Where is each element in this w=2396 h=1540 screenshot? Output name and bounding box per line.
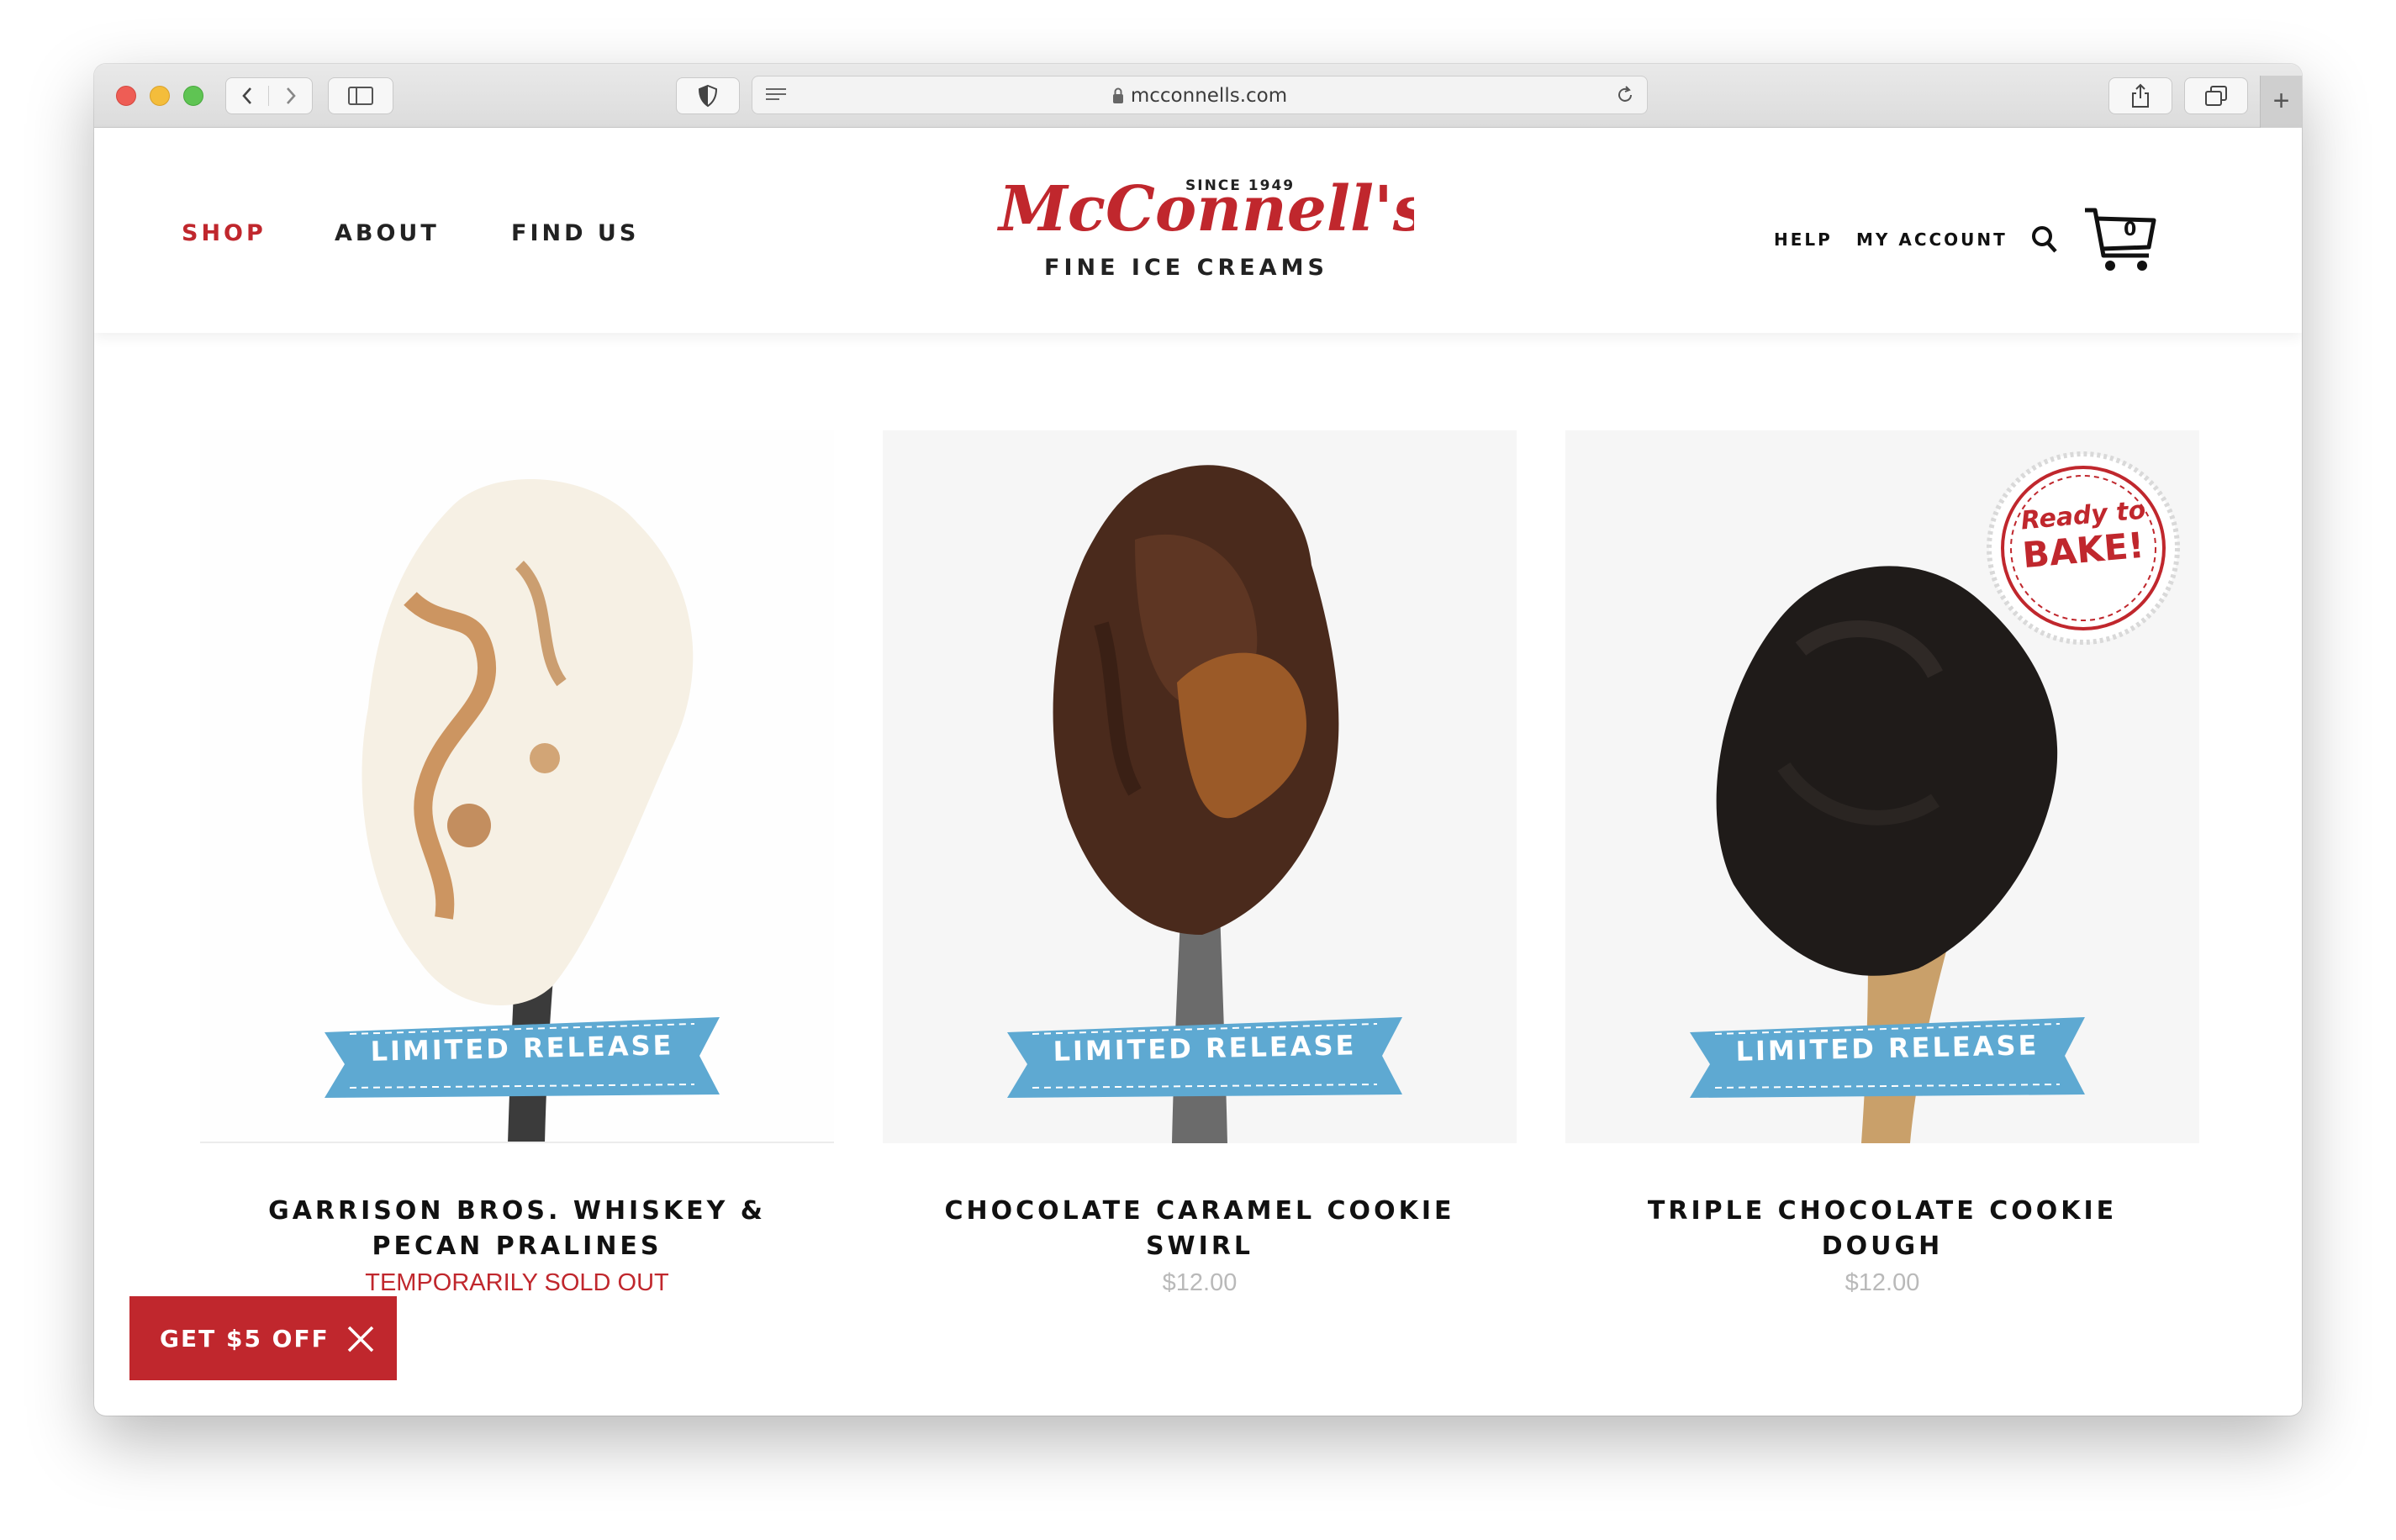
sidebar-toggle-button[interactable]	[328, 77, 393, 114]
my-account-link[interactable]: MY ACCOUNT	[1856, 229, 2008, 250]
product-image[interactable]: LIMITED RELEASE	[200, 430, 834, 1143]
product-image[interactable]: Ready to BAKE! LIMITED RELEASE	[1565, 430, 2199, 1143]
chevron-left-icon	[242, 87, 251, 104]
forward-button[interactable]	[269, 86, 312, 106]
close-window-button[interactable]	[116, 86, 136, 106]
search-icon[interactable]	[2031, 225, 2058, 254]
nav-shop[interactable]: SHOP	[182, 220, 267, 246]
product-title[interactable]: CHOCOLATE CARAMEL COOKIE SWIRL	[883, 1194, 1517, 1264]
mcconnells-logo[interactable]: McConnell's SINCE 1949 FINE ICE CREAMS	[994, 161, 1414, 296]
product-price: $12.00	[1844, 1269, 1920, 1296]
product-price: $12.00	[1162, 1269, 1238, 1296]
nav-about[interactable]: ABOUT	[335, 220, 440, 246]
address-bar[interactable]: mcconnells.com	[752, 76, 1648, 114]
close-icon[interactable]	[346, 1325, 375, 1353]
product-title[interactable]: GARRISON BROS. WHISKEY & PECAN PRALINES	[200, 1194, 834, 1264]
minimize-window-button[interactable]	[150, 86, 170, 106]
logo-since: SINCE 1949	[1185, 177, 1295, 194]
back-forward-group	[225, 77, 313, 114]
privacy-report-button[interactable]	[676, 77, 740, 114]
browser-window: mcconnells.com + SHOP ABOUT FIND US McCo…	[94, 64, 2302, 1416]
get-discount-button[interactable]: GET $5 OFF	[129, 1296, 397, 1380]
product-title[interactable]: TRIPLE CHOCOLATE COOKIE DOUGH	[1565, 1194, 2199, 1264]
url-display: mcconnells.com	[752, 85, 1647, 107]
browser-toolbar: mcconnells.com +	[94, 64, 2302, 128]
share-icon	[2132, 83, 2149, 108]
back-button[interactable]	[226, 86, 270, 106]
cart-count: 0	[2124, 219, 2137, 240]
promo-label: GET $5 OFF	[160, 1324, 330, 1353]
new-tab-button[interactable]: +	[2260, 76, 2302, 128]
sidebar-icon	[348, 87, 373, 105]
product-image[interactable]: LIMITED RELEASE	[883, 430, 1517, 1143]
lock-icon	[1112, 87, 1123, 103]
tab-overview-button[interactable]	[2184, 77, 2248, 114]
sold-out-status: TEMPORARILY SOLD OUT	[365, 1269, 669, 1296]
nav-find-us[interactable]: FIND US	[511, 220, 639, 246]
site-header: SHOP ABOUT FIND US McConnell's SINCE 194…	[94, 128, 2302, 333]
product-card[interactable]: LIMITED RELEASE CHOCOLATE CARAMEL COOKIE…	[883, 430, 1517, 1297]
screenshot-stage: mcconnells.com + SHOP ABOUT FIND US McCo…	[0, 0, 2396, 1540]
chevron-right-icon	[286, 87, 296, 104]
url-text: mcconnells.com	[1130, 85, 1288, 107]
shopping-cart-icon[interactable]	[2082, 205, 2159, 274]
share-button[interactable]	[2108, 77, 2172, 114]
help-link[interactable]: HELP	[1774, 229, 1833, 250]
tabs-icon	[2205, 86, 2227, 106]
shield-icon	[698, 84, 718, 108]
product-card[interactable]: LIMITED RELEASE GARRISON BROS. WHISKEY &…	[200, 430, 834, 1297]
zoom-window-button[interactable]	[183, 86, 203, 106]
logo-tagline: FINE ICE CREAMS	[1044, 255, 1328, 281]
reload-icon[interactable]	[1615, 85, 1635, 105]
product-card[interactable]: Ready to BAKE! LIMITED RELEASE TRIPLE CH…	[1565, 430, 2199, 1297]
